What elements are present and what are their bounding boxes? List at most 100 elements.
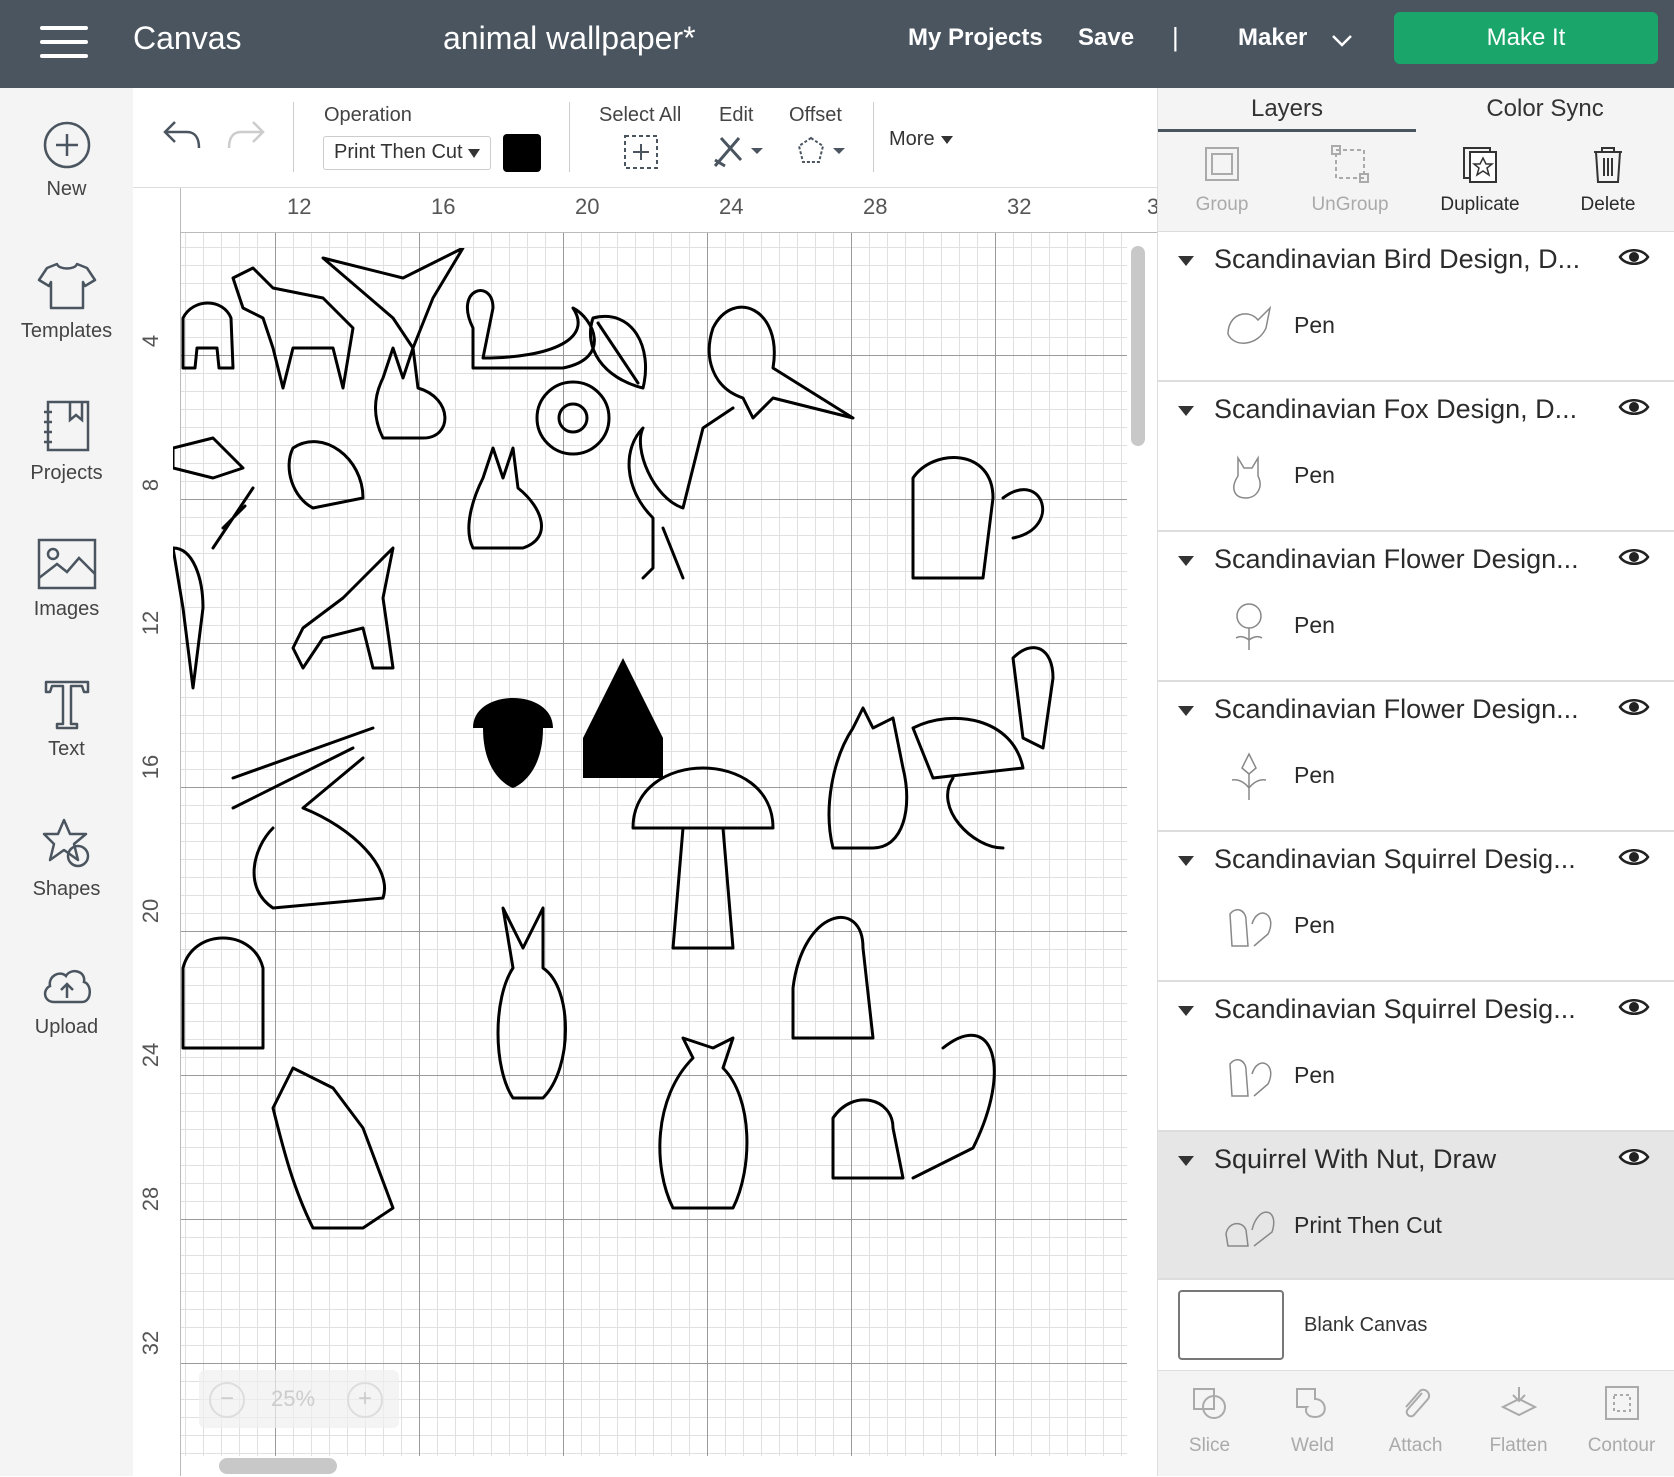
sidebar-item-shapes[interactable]: Shapes xyxy=(0,818,133,938)
document-title[interactable]: animal wallpaper* xyxy=(443,20,696,57)
zoom-in-button[interactable]: + xyxy=(347,1382,383,1418)
collapse-caret-icon[interactable] xyxy=(1178,706,1194,716)
layer-item[interactable]: Scandinavian Squirrel Desig... Pen xyxy=(1158,832,1674,982)
vertical-scrollbar[interactable] xyxy=(1131,246,1145,446)
offset-label: Offset xyxy=(789,104,842,126)
contour-button[interactable]: Contour xyxy=(1570,1371,1673,1477)
fox-design xyxy=(271,1066,395,1230)
eye-icon[interactable] xyxy=(1618,1146,1650,1168)
sidebar-item-images[interactable]: Images xyxy=(0,538,133,658)
mushroom-design xyxy=(911,716,1025,850)
duplicate-button[interactable]: Duplicate xyxy=(1416,132,1544,232)
ruler-label: 16 xyxy=(431,194,456,219)
edit-toolbar: Operation Print Then Cut Select All Edit… xyxy=(133,88,1157,188)
layer-item[interactable]: Scandinavian Flower Design... Pen xyxy=(1158,532,1674,682)
sidebar-item-new[interactable]: New xyxy=(0,120,133,240)
save-button[interactable]: Save xyxy=(1078,24,1134,52)
app-title: Canvas xyxy=(133,20,242,56)
zoom-out-button[interactable]: − xyxy=(209,1382,245,1418)
layers-panel: Layers Color Sync Group UnGroup Duplicat… xyxy=(1157,88,1674,1476)
select-all-icon[interactable] xyxy=(623,134,659,170)
bunny-design xyxy=(496,906,567,1100)
eye-icon[interactable] xyxy=(1618,546,1650,568)
layer-item[interactable]: Scandinavian Squirrel Desig... Pen xyxy=(1158,982,1674,1132)
collapse-caret-icon[interactable] xyxy=(1178,406,1194,416)
layer-item[interactable]: Scandinavian Fox Design, D... Pen xyxy=(1158,382,1674,532)
layer-item[interactable]: Scandinavian Bird Design, D... Pen xyxy=(1158,232,1674,382)
sidebar-item-text[interactable]: Text xyxy=(0,678,133,798)
tab-layers[interactable]: Layers xyxy=(1158,88,1416,132)
delete-button[interactable]: Delete xyxy=(1544,132,1672,232)
layer-item[interactable]: Scandinavian Flower Design... Pen xyxy=(1158,682,1674,832)
toolbar-divider xyxy=(873,102,874,172)
top-bar: Canvas animal wallpaper* My Projects Sav… xyxy=(0,0,1674,88)
collapse-caret-icon[interactable] xyxy=(1178,256,1194,266)
undo-icon[interactable] xyxy=(161,118,201,152)
ruler-label: 28 xyxy=(863,194,888,219)
flower-thumbnail-icon xyxy=(1235,603,1263,650)
group-button[interactable]: Group xyxy=(1158,132,1286,232)
layer-operation: Pen xyxy=(1294,462,1335,488)
sidebar-item-label: Text xyxy=(48,738,85,760)
eye-icon[interactable] xyxy=(1618,246,1650,268)
paperclip-icon xyxy=(1404,1388,1430,1418)
slice-button[interactable]: Slice xyxy=(1158,1371,1261,1477)
toolbar-divider xyxy=(569,102,570,172)
ungroup-button[interactable]: UnGroup xyxy=(1286,132,1414,232)
squirrel-nut-thumbnail-icon xyxy=(1225,1211,1275,1247)
collapse-caret-icon[interactable] xyxy=(1178,1156,1194,1166)
eye-icon[interactable] xyxy=(1618,696,1650,718)
slice-icon xyxy=(1192,1388,1226,1419)
layer-title: Scandinavian Fox Design, D... xyxy=(1214,394,1578,424)
edit-icon[interactable] xyxy=(711,134,765,170)
flatten-button[interactable]: Flatten xyxy=(1467,1371,1570,1477)
canvas-artwork[interactable] xyxy=(173,248,1113,1448)
sidebar-item-projects[interactable]: Projects xyxy=(0,400,133,520)
squirrel-thumbnail-icon xyxy=(1229,1059,1272,1097)
unicorn-design xyxy=(231,266,355,390)
layer-title: Scandinavian Flower Design... xyxy=(1214,544,1579,574)
attach-button[interactable]: Attach xyxy=(1364,1371,1467,1477)
collapse-caret-icon[interactable] xyxy=(1178,556,1194,566)
layer-title: Scandinavian Squirrel Desig... xyxy=(1214,994,1576,1024)
layer-title: Scandinavian Squirrel Desig... xyxy=(1214,844,1576,874)
weld-label: Weld xyxy=(1291,1435,1334,1456)
color-swatch[interactable] xyxy=(503,134,541,172)
machine-select[interactable]: Maker xyxy=(1238,24,1307,52)
make-it-button[interactable]: Make It xyxy=(1394,12,1658,64)
sidebar-item-label: Templates xyxy=(20,320,113,342)
flower-design xyxy=(535,380,611,456)
eye-icon[interactable] xyxy=(1618,396,1650,418)
weld-button[interactable]: Weld xyxy=(1261,1371,1364,1477)
tab-color-sync[interactable]: Color Sync xyxy=(1416,88,1674,132)
chevron-down-icon[interactable] xyxy=(1330,28,1354,52)
image-icon xyxy=(37,538,96,590)
hamburger-menu-icon[interactable] xyxy=(40,26,88,58)
layer-item-selected[interactable]: Squirrel With Nut, Draw Print Then Cut xyxy=(1158,1132,1674,1280)
my-projects-link[interactable]: My Projects xyxy=(908,24,1043,52)
eye-icon[interactable] xyxy=(1618,996,1650,1018)
attach-label: Attach xyxy=(1388,1435,1443,1456)
ruler-label: 28 xyxy=(138,1186,164,1212)
more-menu[interactable]: More xyxy=(889,128,953,151)
projects-icon xyxy=(43,400,89,452)
redo-icon[interactable] xyxy=(227,118,267,152)
eye-icon[interactable] xyxy=(1618,846,1650,868)
collapse-caret-icon[interactable] xyxy=(1178,1006,1194,1016)
layer-tools: Group UnGroup Duplicate Delete xyxy=(1158,132,1674,232)
operation-label: Operation xyxy=(324,104,412,126)
trash-icon xyxy=(1594,147,1622,183)
operation-select[interactable]: Print Then Cut xyxy=(323,136,491,170)
collapse-caret-icon[interactable] xyxy=(1178,856,1194,866)
bird-design xyxy=(173,436,245,480)
sidebar-item-templates[interactable]: Templates xyxy=(0,260,133,380)
blank-canvas-swatch[interactable] xyxy=(1178,1290,1284,1360)
offset-icon[interactable] xyxy=(793,134,847,170)
sidebar-item-upload[interactable]: Upload xyxy=(0,964,133,1084)
sidebar-item-label: Upload xyxy=(34,1016,99,1038)
slice-label: Slice xyxy=(1188,1435,1231,1456)
ungroup-icon xyxy=(1331,145,1369,183)
horizontal-scrollbar[interactable] xyxy=(219,1458,337,1474)
weld-icon xyxy=(1295,1388,1326,1419)
design-canvas[interactable]: 12 16 20 24 28 32 3 4 8 12 16 20 24 28 3… xyxy=(133,188,1157,1476)
